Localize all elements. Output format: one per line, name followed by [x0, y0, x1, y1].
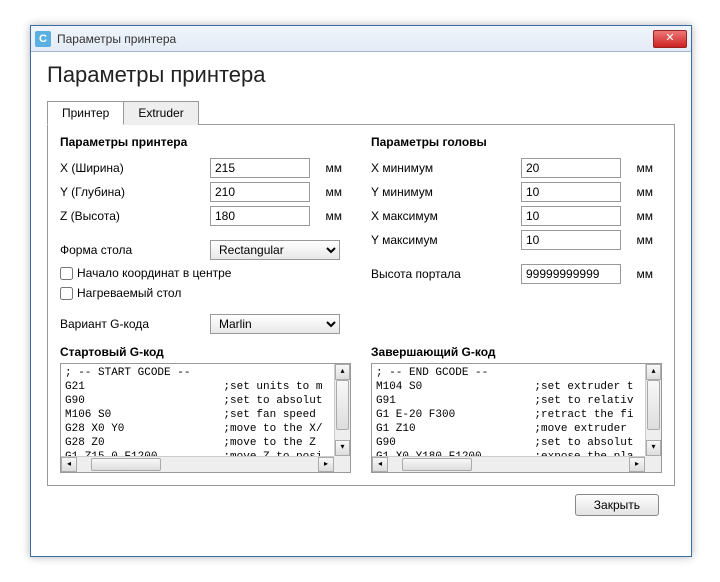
content: Параметры принтера Принтер Extruder Пара…	[31, 52, 691, 526]
printer-params-head: Параметры принтера	[60, 135, 351, 149]
x-width-input[interactable]	[210, 158, 310, 178]
z-height-input[interactable]	[210, 206, 310, 226]
end-gcode-text[interactable]: ; -- END GCODE -- M104 S0 ;set extruder …	[372, 364, 645, 456]
bed-shape-select[interactable]: Rectangular	[210, 240, 340, 260]
z-height-label: Z (Высота)	[60, 209, 210, 223]
page-title: Параметры принтера	[47, 62, 675, 88]
scroll-thumb[interactable]	[647, 380, 660, 430]
scroll-right-icon[interactable]: ▸	[318, 457, 334, 472]
heated-bed-checkbox[interactable]	[60, 287, 73, 300]
scroll-right-icon[interactable]: ▸	[629, 457, 645, 472]
close-icon[interactable]: ✕	[653, 30, 687, 48]
right-col: Параметры головы X минимум мм Y минимум мм…	[371, 135, 662, 337]
unit-mm: мм	[621, 233, 653, 247]
gcode-flavor-select[interactable]: Marlin	[210, 314, 340, 334]
y-depth-label: Y (Глубина)	[60, 185, 210, 199]
origin-center-checkbox[interactable]	[60, 267, 73, 280]
scrollbar-vertical[interactable]: ▴▾	[334, 364, 350, 456]
x-min-label: X минимум	[371, 161, 521, 175]
scroll-left-icon[interactable]: ◂	[61, 457, 77, 472]
y-max-label: Y максимум	[371, 233, 521, 247]
tab-extruder[interactable]: Extruder	[124, 101, 198, 125]
scroll-up-icon[interactable]: ▴	[335, 364, 350, 380]
scrollbar-vertical[interactable]: ▴▾	[645, 364, 661, 456]
x-width-label: X (Ширина)	[60, 161, 210, 175]
footer: Закрыть	[47, 486, 675, 516]
window: C Параметры принтера ✕ Параметры принтер…	[30, 25, 692, 557]
scrollbar-horizontal[interactable]: ◂▸	[61, 456, 334, 472]
unit-mm: мм	[310, 209, 342, 223]
gantry-height-label: Высота портала	[371, 267, 521, 281]
y-depth-input[interactable]	[210, 182, 310, 202]
start-gcode-head: Стартовый G-код	[60, 345, 351, 359]
y-max-input[interactable]	[521, 230, 621, 250]
y-min-input[interactable]	[521, 182, 621, 202]
scroll-corner	[645, 456, 661, 472]
x-max-input[interactable]	[521, 206, 621, 226]
scroll-thumb[interactable]	[91, 458, 161, 471]
scroll-down-icon[interactable]: ▾	[335, 440, 350, 456]
heated-bed-label: Нагреваемый стол	[77, 286, 181, 300]
unit-mm: мм	[621, 161, 653, 175]
unit-mm: мм	[310, 185, 342, 199]
tab-panel: Параметры принтера X (Ширина) мм Y (Глуби…	[47, 125, 675, 486]
bed-shape-label: Форма стола	[60, 243, 210, 257]
head-params-head: Параметры головы	[371, 135, 662, 149]
window-title: Параметры принтера	[57, 32, 653, 46]
scroll-left-icon[interactable]: ◂	[372, 457, 388, 472]
start-gcode-box: ; -- START GCODE -- G21 ;set units to m …	[60, 363, 351, 473]
gcode-flavor-label: Вариант G-кода	[60, 317, 210, 331]
scrollbar-horizontal[interactable]: ◂▸	[372, 456, 645, 472]
unit-mm: мм	[621, 209, 653, 223]
unit-mm: мм	[621, 267, 653, 281]
origin-center-label: Начало координат в центре	[77, 266, 231, 280]
left-col: Параметры принтера X (Ширина) мм Y (Глуби…	[60, 135, 351, 337]
tab-printer[interactable]: Принтер	[47, 101, 124, 125]
end-gcode-box: ; -- END GCODE -- M104 S0 ;set extruder …	[371, 363, 662, 473]
scroll-up-icon[interactable]: ▴	[646, 364, 661, 380]
close-button[interactable]: Закрыть	[575, 494, 659, 516]
titlebar: C Параметры принтера ✕	[31, 26, 691, 52]
unit-mm: мм	[621, 185, 653, 199]
app-icon: C	[35, 31, 51, 47]
x-max-label: X максимум	[371, 209, 521, 223]
scroll-thumb[interactable]	[402, 458, 472, 471]
unit-mm: мм	[310, 161, 342, 175]
gantry-height-input[interactable]	[521, 264, 621, 284]
scroll-corner	[334, 456, 350, 472]
start-gcode-text[interactable]: ; -- START GCODE -- G21 ;set units to m …	[61, 364, 334, 456]
x-min-input[interactable]	[521, 158, 621, 178]
scroll-thumb[interactable]	[336, 380, 349, 430]
tabs: Принтер Extruder	[47, 100, 675, 125]
y-min-label: Y минимум	[371, 185, 521, 199]
scroll-down-icon[interactable]: ▾	[646, 440, 661, 456]
end-gcode-head: Завершающий G-код	[371, 345, 662, 359]
